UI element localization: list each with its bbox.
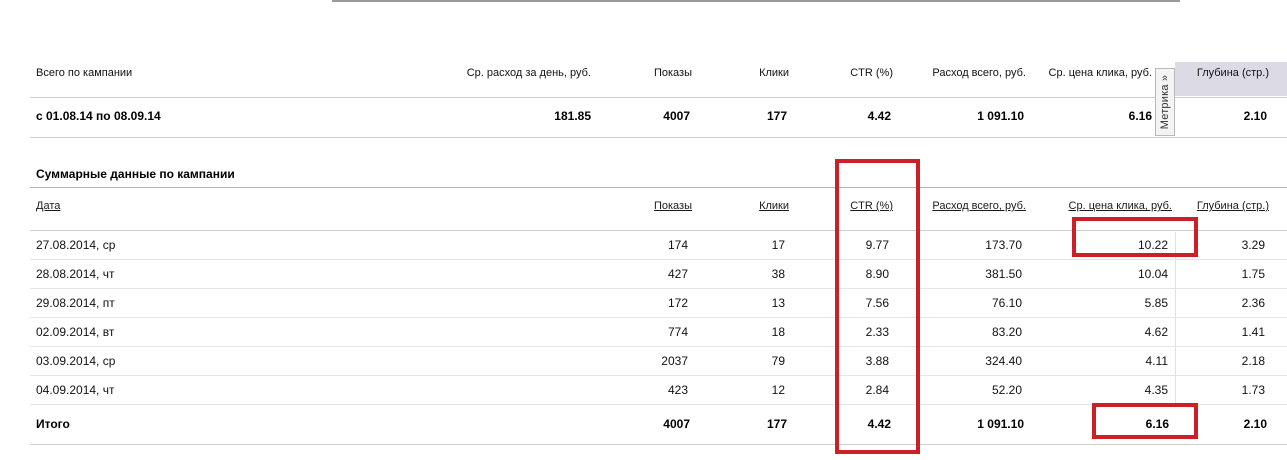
column-sort-clicks[interactable]: Клики xyxy=(700,200,789,212)
ctr-column-highlight xyxy=(835,159,920,454)
column-sort-depth[interactable]: Глубина (стр.) xyxy=(1180,200,1269,212)
row-date: 02.09.2014, вт xyxy=(36,325,115,339)
row-impressions: 2037 xyxy=(661,354,688,368)
row-clicks: 79 xyxy=(771,354,785,368)
summary-cpc: 6.16 xyxy=(1128,109,1152,123)
row-impressions: 423 xyxy=(667,383,688,397)
row-impressions: 172 xyxy=(667,296,688,310)
details-title-divider xyxy=(30,187,1287,188)
table-row-divider xyxy=(30,317,1287,318)
top-divider xyxy=(332,0,1180,2)
summary-period: с 01.08.14 по 08.09.14 xyxy=(36,109,161,123)
summary-header-ctr: CTR (%) xyxy=(850,67,893,79)
row-date: 29.08.2014, пт xyxy=(36,296,115,310)
summary-ctr: 4.42 xyxy=(867,109,891,123)
row-impressions: 174 xyxy=(667,238,688,252)
row-clicks: 17 xyxy=(771,238,785,252)
row-impressions: 427 xyxy=(667,267,688,281)
row-cpc: 4.62 xyxy=(1144,325,1168,339)
row-clicks: 18 xyxy=(771,325,785,339)
row-depth: 1.41 xyxy=(1241,325,1265,339)
row-date: 27.08.2014, ср xyxy=(36,238,116,252)
row-depth: 2.36 xyxy=(1241,296,1265,310)
row-cpc: 5.85 xyxy=(1144,296,1168,310)
summary-avg-daily: 181.85 xyxy=(554,109,591,123)
row-date: 03.09.2014, ср xyxy=(36,354,116,368)
column-sort-impressions[interactable]: Показы xyxy=(600,200,692,212)
details-title: Суммарные данные по кампании xyxy=(36,167,235,181)
column-sort-cpc[interactable]: Ср. цена клика, руб. xyxy=(1040,200,1172,212)
total-clicks: 177 xyxy=(766,417,787,431)
row-cpc: 4.35 xyxy=(1144,383,1168,397)
table-row-divider xyxy=(30,346,1287,347)
row-clicks: 13 xyxy=(771,296,785,310)
summary-divider xyxy=(30,97,1287,98)
cpc-max-highlight xyxy=(1072,217,1198,257)
row-cpc: 4.11 xyxy=(1145,354,1168,368)
row-cpc: 10.04 xyxy=(1137,267,1168,281)
summary-header-avg-daily: Ср. расход за день, руб. xyxy=(466,67,591,79)
summary-impressions: 4007 xyxy=(663,109,690,123)
total-impressions: 4007 xyxy=(663,417,690,431)
row-clicks: 38 xyxy=(771,267,785,281)
summary-clicks: 177 xyxy=(766,109,787,123)
row-depth: 1.75 xyxy=(1241,267,1265,281)
table-row-divider xyxy=(30,375,1287,376)
summary-depth: 2.10 xyxy=(1243,109,1267,123)
metrika-tab[interactable]: Метрика » xyxy=(1155,68,1175,136)
row-date: 04.09.2014, чт xyxy=(36,383,115,397)
row-depth: 2.18 xyxy=(1241,354,1265,368)
summary-header-campaign: Всего по кампании xyxy=(36,67,133,79)
row-clicks: 12 xyxy=(771,383,785,397)
total-bottom-divider xyxy=(30,444,1287,445)
row-depth: 1.73 xyxy=(1241,383,1265,397)
column-sort-date[interactable]: Дата xyxy=(36,200,60,212)
summary-header-impressions: Показы xyxy=(653,67,692,79)
metrika-tab-label: Метрика » xyxy=(1159,74,1171,130)
table-row-divider xyxy=(30,259,1287,260)
cpc-total-highlight xyxy=(1092,403,1198,439)
summary-bottom-divider xyxy=(30,137,1287,138)
total-label: Итого xyxy=(36,417,70,431)
row-date: 28.08.2014, чт xyxy=(36,267,115,281)
summary-spend: 1 091.10 xyxy=(977,109,1024,123)
table-row-divider xyxy=(30,288,1287,289)
summary-header-cpc: Ср. цена клика, руб. xyxy=(1048,67,1152,79)
summary-header-clicks: Клики xyxy=(759,67,789,79)
summary-header-spend: Расход всего, руб. xyxy=(932,67,1026,79)
summary-header-depth: Глубина (стр.) xyxy=(1196,67,1269,79)
row-impressions: 774 xyxy=(667,325,688,339)
